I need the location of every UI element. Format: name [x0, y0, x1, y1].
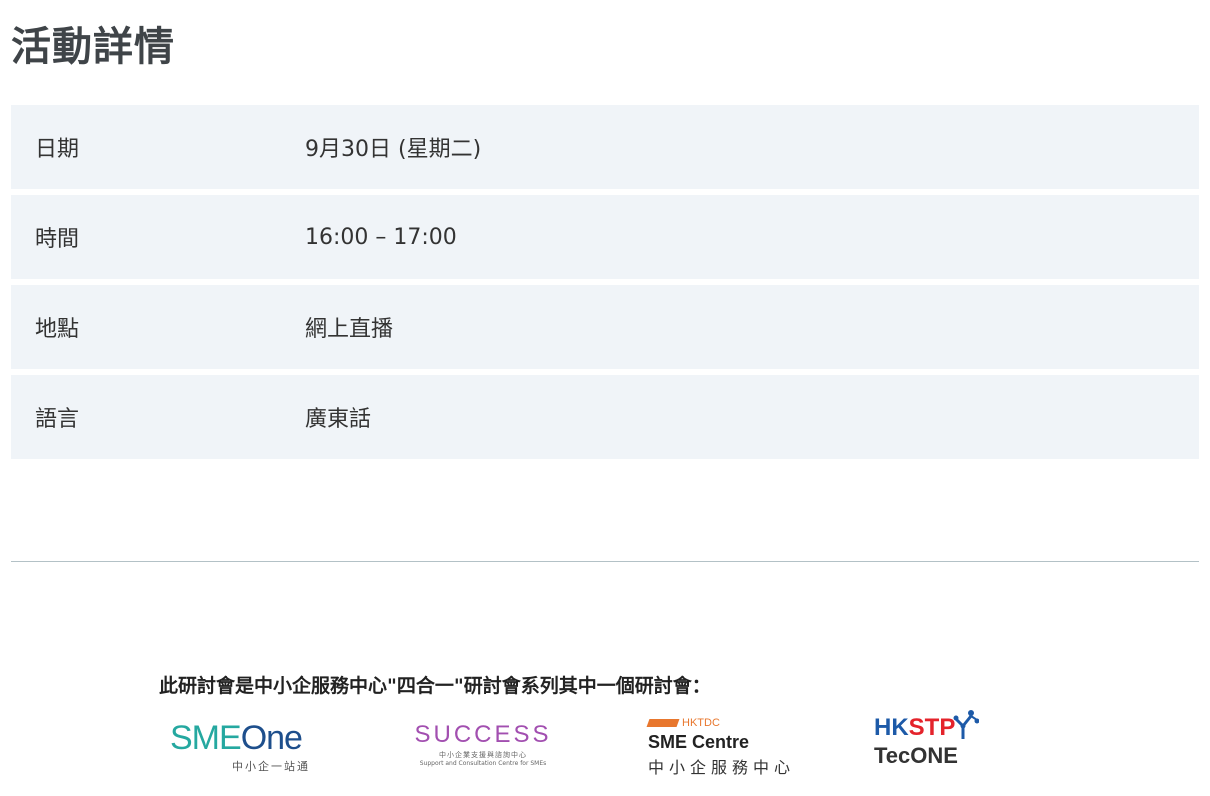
event-details-table: 日期 9月30日 (星期二) 時間 16:00 – 17:00 地點 網上直播 …: [11, 105, 1199, 465]
detail-row-date: 日期 9月30日 (星期二): [11, 105, 1199, 189]
hkstp-hk: HK: [874, 714, 909, 741]
success-wordmark: SUCCESS: [414, 721, 552, 748]
smeone-subtitle: 中小企一站通: [232, 760, 310, 773]
detail-label: 時間: [35, 227, 80, 252]
detail-value: 網上直播: [305, 317, 394, 342]
hkstp-stp: STP: [908, 714, 956, 741]
hktdc-mark-icon: [646, 719, 680, 727]
detail-row-time: 時間 16:00 – 17:00: [11, 195, 1199, 279]
success-subtitle-en: Support and Consultation Centre for SMEs: [419, 760, 547, 767]
hkstp-wordmark: HK STP: [874, 706, 994, 742]
smeone-word-a: SME: [170, 719, 242, 757]
sme-centre-zh: 中小企服務中心: [648, 758, 796, 777]
series-caption: 此研討會是中小企服務中心"四合一"研討會系列其中一個研討會：: [159, 675, 711, 697]
detail-row-language: 語言 廣東話: [11, 375, 1199, 459]
detail-value: 9月30日 (星期二): [305, 137, 482, 162]
smeone-word-b: One: [240, 719, 303, 757]
detail-value: 廣東話: [305, 407, 372, 432]
smeone-logo[interactable]: SMEOne 中小企一站通: [170, 718, 320, 780]
hkstp-tecone-logo[interactable]: HK STP TecONE: [874, 706, 994, 782]
smeone-wordmark: SMEOne: [170, 718, 320, 758]
page-title: 活動詳情: [11, 24, 175, 70]
success-logo[interactable]: SUCCESS 中小企業支援與諮詢中心 Support and Consulta…: [400, 720, 566, 776]
detail-value: 16:00 – 17:00: [305, 224, 457, 250]
sme-centre-en: SME Centre: [648, 732, 750, 752]
hktdc-mark-row: HKTDC: [646, 716, 808, 730]
network-node-icon: [953, 710, 980, 739]
success-subtitle-zh: 中小企業支援與諮詢中心: [439, 751, 527, 759]
tecone-wordmark: TecONE: [874, 743, 958, 768]
detail-row-venue: 地點 網上直播: [11, 285, 1199, 369]
detail-label: 地點: [35, 317, 80, 342]
detail-label: 日期: [35, 137, 80, 162]
hktdc-label: HKTDC: [682, 717, 720, 729]
section-divider: [11, 561, 1199, 562]
hktdc-sme-centre-logo[interactable]: HKTDC SME Centre 中小企服務中心: [646, 716, 808, 782]
detail-label: 語言: [35, 407, 80, 432]
